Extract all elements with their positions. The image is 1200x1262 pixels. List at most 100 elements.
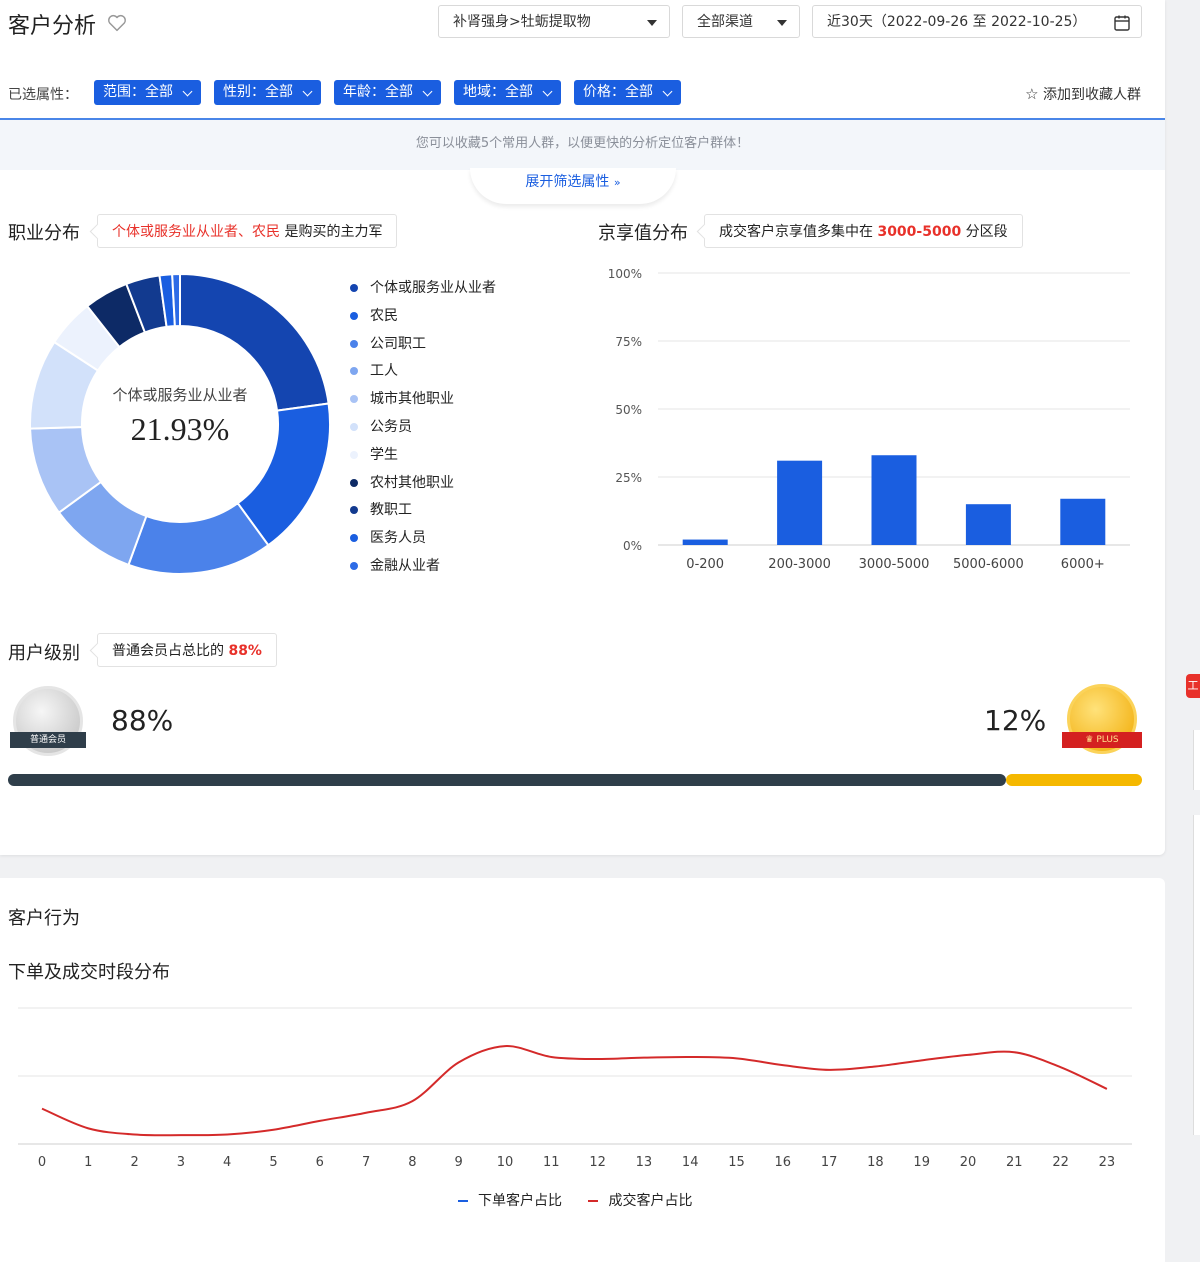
x-tick-label: 12 xyxy=(589,1155,606,1170)
filter-chip-region[interactable]: 地域：全部 xyxy=(454,80,561,105)
jingxiang-callout-prefix: 成交客户京享值多集中在 xyxy=(719,224,873,240)
y-tick-label: 0% xyxy=(623,539,642,553)
calendar-icon xyxy=(1114,15,1130,31)
legend-item[interactable]: 公务员 xyxy=(350,417,412,437)
legend-item[interactable]: 个体或服务业从业者 xyxy=(350,278,496,298)
x-tick-label: 22 xyxy=(1052,1155,1069,1170)
y-tick-label: 100% xyxy=(608,267,642,281)
side-float-tab[interactable]: 工 xyxy=(1186,674,1200,698)
legend-item[interactable]: 工人 xyxy=(350,361,398,381)
filter-chip-price[interactable]: 价格：全部 xyxy=(574,80,681,105)
x-tick-label: 19 xyxy=(913,1155,930,1170)
legend-item[interactable]: 医务人员 xyxy=(350,528,426,548)
legend-dot xyxy=(350,450,358,459)
x-tick-label: 13 xyxy=(636,1155,653,1170)
donut-center-value: 21.93% xyxy=(131,411,230,447)
chip-label: 地域：全部 xyxy=(463,84,533,100)
x-tick-label: 0 xyxy=(38,1155,46,1170)
occupation-callout-rest: 是购买的主力军 xyxy=(284,224,383,240)
favorites-hint-banner: 您可以收藏5个常用人群，以便更快的分析定位客户群体！ xyxy=(0,118,1165,170)
legend-item[interactable]: 农民 xyxy=(350,306,398,326)
legend-deal-label: 成交客户占比 xyxy=(608,1193,693,1209)
crown-icon: ♛ xyxy=(1085,735,1094,745)
legend-dot xyxy=(350,423,358,431)
legend-item[interactable]: 教职工 xyxy=(350,500,412,520)
legend-dot xyxy=(350,506,358,515)
chip-label: 范围：全部 xyxy=(103,84,173,100)
channel-select[interactable]: 全部渠道 xyxy=(682,5,800,38)
heart-icon[interactable] xyxy=(106,12,128,34)
jingxiang-bar-chart: 0% 25% 50% 75% 100% 0-200 200-3000 3000-5000 500… xyxy=(608,267,1130,572)
chevron-down-icon xyxy=(182,86,193,97)
normal-member-percent: 88% xyxy=(111,704,174,737)
occupation-donut-chart: 个体或服务业从业者 21.93% xyxy=(29,272,331,575)
series-swatch-order xyxy=(458,1200,468,1202)
filter-chip-age[interactable]: 年龄：全部 xyxy=(334,80,441,105)
x-tick-label: 17 xyxy=(821,1155,838,1170)
x-tick-label: 11 xyxy=(543,1155,560,1170)
normal-member-badge: 普通会员 xyxy=(10,686,86,756)
legend-label: 医务人员 xyxy=(370,530,426,547)
legend-item[interactable]: 学生 xyxy=(350,445,398,465)
x-tick-label: 16 xyxy=(775,1155,792,1170)
date-range-picker[interactable]: 近30天（2022-09-26 至 2022-10-25） xyxy=(812,5,1142,38)
x-tick-label: 6000+ xyxy=(1061,557,1105,572)
x-tick-label: 18 xyxy=(867,1155,884,1170)
x-tick-label: 5 xyxy=(269,1155,277,1170)
plus-member-share-bar xyxy=(1005,774,1142,786)
bar[interactable] xyxy=(682,539,728,545)
legend-label: 农村其他职业 xyxy=(370,474,454,491)
chip-label: 年龄：全部 xyxy=(343,84,413,100)
page-title: 客户分析 xyxy=(8,14,97,39)
x-tick-label: 9 xyxy=(455,1155,463,1170)
legend-label: 城市其他职业 xyxy=(370,391,454,408)
normal-member-share-bar xyxy=(8,774,1006,786)
bar[interactable] xyxy=(965,504,1011,545)
line-legend: 下单客户占比 成交客户占比 xyxy=(458,1190,692,1210)
legend-dot xyxy=(350,534,358,543)
x-tick-label: 200-3000 xyxy=(768,557,831,572)
filter-chip-scope[interactable]: 范围：全部 xyxy=(94,80,201,105)
series-swatch-deal xyxy=(588,1200,599,1202)
legend-item[interactable]: 公司职工 xyxy=(350,334,426,354)
legend-item[interactable]: 金融从业者 xyxy=(350,556,440,576)
expand-filters-button[interactable]: 展开筛选属性 » xyxy=(470,168,676,204)
jingxiang-callout-suffix: 分区段 xyxy=(965,224,1008,240)
x-tick-label: 4 xyxy=(223,1155,231,1170)
bar[interactable] xyxy=(1060,498,1106,545)
legend-order-label: 下单客户占比 xyxy=(478,1193,562,1209)
legend-item[interactable]: 农村其他职业 xyxy=(350,473,454,493)
legend-label: 公务员 xyxy=(370,419,412,435)
x-tick-label: 0-200 xyxy=(686,557,724,572)
double-chevron-down-icon: » xyxy=(613,176,621,189)
legend-label: 学生 xyxy=(370,446,398,463)
plus-member-ribbon: ♛ PLUS xyxy=(1062,732,1142,748)
occupation-callout: 个体或服务业从业者、农民 是购买的主力军 xyxy=(97,214,398,248)
legend-item[interactable]: 城市其他职业 xyxy=(350,389,454,409)
legend-label: 个体或服务业从业者 xyxy=(370,280,496,296)
selected-attributes-label: 已选属性： xyxy=(8,87,78,103)
occupation-title: 职业分布 xyxy=(8,223,80,244)
x-tick-label: 5000-6000 xyxy=(953,557,1024,572)
plus-member-badge: ♛ PLUS xyxy=(1062,684,1142,756)
category-select[interactable]: 补肾强身>牡蛎提取物 xyxy=(438,5,670,38)
side-float-panel xyxy=(1193,730,1200,790)
series-line[interactable] xyxy=(41,1045,1108,1137)
legend-dot xyxy=(350,562,358,570)
expand-filters-label: 展开筛选属性 xyxy=(525,174,610,190)
side-float-panel xyxy=(1193,815,1200,1135)
user-level-title: 用户级别 xyxy=(8,643,80,664)
x-tick-label: 23 xyxy=(1099,1155,1116,1170)
x-tick-label: 3000-5000 xyxy=(859,557,930,572)
x-tick-label: 7 xyxy=(362,1155,370,1170)
bar[interactable] xyxy=(777,460,823,545)
add-to-favorites-label: 添加到收藏人群 xyxy=(1043,87,1141,103)
donut-center-label: 个体或服务业从业者 xyxy=(112,387,247,404)
bar[interactable] xyxy=(871,455,917,545)
filter-chip-gender[interactable]: 性别：全部 xyxy=(214,80,321,105)
jingxiang-callout-highlight: 3000-5000 xyxy=(877,224,962,240)
caret-down-icon xyxy=(647,20,657,26)
add-to-favorites-button[interactable]: ☆ 添加到收藏人群 xyxy=(1025,84,1141,104)
channel-select-value: 全部渠道 xyxy=(697,14,753,30)
x-tick-label: 14 xyxy=(682,1155,699,1170)
